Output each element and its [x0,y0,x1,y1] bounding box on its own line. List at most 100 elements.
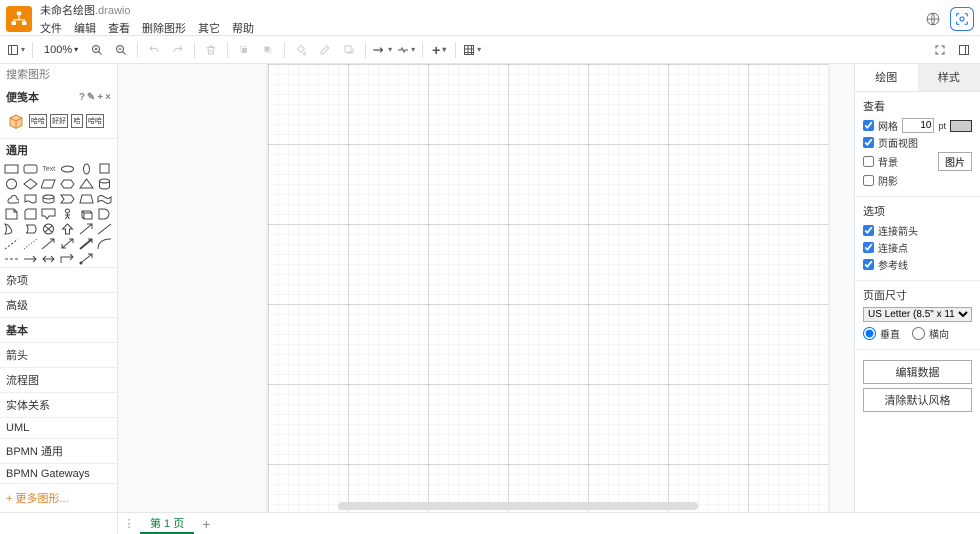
shape-arrow-ne[interactable] [79,223,94,235]
scratchpad-close-icon[interactable]: × [105,92,111,103]
conn-points-checkbox[interactable] [863,242,874,253]
shape-arrow-line[interactable] [41,238,56,250]
page-surface[interactable] [268,64,828,512]
format-panel-button[interactable] [954,40,974,60]
undo-button[interactable] [144,40,164,60]
table-button[interactable] [462,40,482,60]
zoom-in-button[interactable] [87,40,107,60]
shape-dashed[interactable] [4,238,19,250]
shape-roundrect[interactable] [23,163,38,175]
shape-trapezoid[interactable] [79,193,94,205]
language-icon[interactable] [924,10,942,28]
shape-text[interactable]: Text [41,163,56,175]
scratchpad-add-icon[interactable]: + [97,92,103,103]
shape-cylinder[interactable] [97,178,112,190]
add-page-button[interactable]: + [194,516,218,532]
document-title[interactable]: 未命名绘图.drawio [40,2,924,18]
ai-scan-icon[interactable] [950,7,974,31]
canvas[interactable] [118,64,854,512]
shape-diamond[interactable] [23,178,38,190]
zoom-out-button[interactable] [111,40,131,60]
grid-checkbox[interactable] [863,120,874,131]
grid-size-input[interactable] [902,118,934,133]
cat-advanced[interactable]: 高级 [0,292,117,317]
scratch-shape-1[interactable]: 哈哈 [29,114,47,128]
scratch-shape-2[interactable]: 好好 [50,114,68,128]
scratch-shape-3[interactable]: 哈 [71,114,83,128]
waypoint-button[interactable] [396,40,416,60]
insert-button[interactable]: + [429,40,449,60]
shape-parallelogram[interactable] [41,178,56,190]
cat-er[interactable]: 实体关系 [0,392,117,417]
menu-shapes[interactable]: 删除图形 [142,20,186,36]
page-tab-1[interactable]: 第 1 页 [140,513,194,534]
shape-triangle[interactable] [79,178,94,190]
horizontal-scrollbar[interactable] [338,502,698,510]
to-back-button[interactable] [258,40,278,60]
fullscreen-button[interactable] [930,40,950,60]
shape-xor[interactable] [41,223,56,235]
cat-arrows[interactable]: 箭头 [0,342,117,367]
shape-conn-dot[interactable] [79,253,94,265]
scratchpad-area[interactable]: 哈哈 好好 哈 哈哈 [0,108,117,138]
shape-conn-elbow[interactable] [60,253,75,265]
scratchpad-edit-icon[interactable]: ✎ [87,92,95,103]
to-front-button[interactable] [234,40,254,60]
shape-rect[interactable] [4,163,19,175]
shape-dotted[interactable] [23,238,38,250]
shape-and[interactable] [97,208,112,220]
menu-help[interactable]: 帮助 [232,20,254,36]
cat-uml[interactable]: UML [0,417,117,438]
background-image-button[interactable]: 图片 [938,152,972,171]
menu-other[interactable]: 其它 [198,20,220,36]
shape-square[interactable] [97,163,112,175]
cat-bpmn[interactable]: BPMN 通用 [0,438,117,463]
shape-circle[interactable] [4,178,19,190]
connection-button[interactable] [372,40,392,60]
cat-flowchart[interactable]: 流程图 [0,367,117,392]
search-input[interactable] [6,69,118,81]
shape-step[interactable] [60,193,75,205]
shape-arrow-bi[interactable] [60,238,75,250]
shape-arrow-thick[interactable] [79,238,94,250]
shape-actor[interactable] [60,208,75,220]
shape-dash-h[interactable] [4,253,19,265]
guides-checkbox[interactable] [863,259,874,270]
cat-basic[interactable]: 基本 [0,317,117,342]
shape-hexagon[interactable] [60,178,75,190]
zoom-select[interactable]: 100%▾ [39,43,83,57]
shape-note[interactable] [4,208,19,220]
shape-or[interactable] [4,223,19,235]
more-shapes-button[interactable]: + 更多图形... [0,483,117,512]
shape-database[interactable] [41,193,56,205]
shape-card[interactable] [23,208,38,220]
shape-tape[interactable] [97,193,112,205]
redo-button[interactable] [168,40,188,60]
view-mode-button[interactable] [6,40,26,60]
line-color-button[interactable] [315,40,335,60]
scratchpad-help-icon[interactable]: ? [79,92,85,103]
fill-color-button[interactable] [291,40,311,60]
shape-cube[interactable] [79,208,94,220]
scratchpad-header[interactable]: 便笺本 ? ✎ + × [0,86,117,108]
clear-style-button[interactable]: 清除默认风格 [863,388,972,412]
scratch-shape-cube[interactable] [6,112,26,130]
tab-style[interactable]: 样式 [918,64,980,91]
pagesize-select[interactable]: US Letter (8.5" x 11") [863,307,972,322]
shadow-button[interactable] [339,40,359,60]
shape-callout[interactable] [41,208,56,220]
orientation-portrait[interactable] [863,327,876,340]
shape-document[interactable] [23,193,38,205]
shape-conn-curve[interactable] [97,238,112,250]
shape-conn-bi-h[interactable] [41,253,56,265]
pageview-checkbox[interactable] [863,137,874,148]
edit-data-button[interactable]: 编辑数据 [863,360,972,384]
delete-button[interactable] [201,40,221,60]
tab-diagram[interactable]: 绘图 [855,64,918,91]
menu-edit[interactable]: 编辑 [74,20,96,36]
scratch-shape-4[interactable]: 哈哈 [86,114,104,128]
shape-datastore[interactable] [23,223,38,235]
shape-cloud[interactable] [4,193,19,205]
cat-misc[interactable]: 杂项 [0,267,117,292]
orientation-landscape[interactable] [912,327,925,340]
